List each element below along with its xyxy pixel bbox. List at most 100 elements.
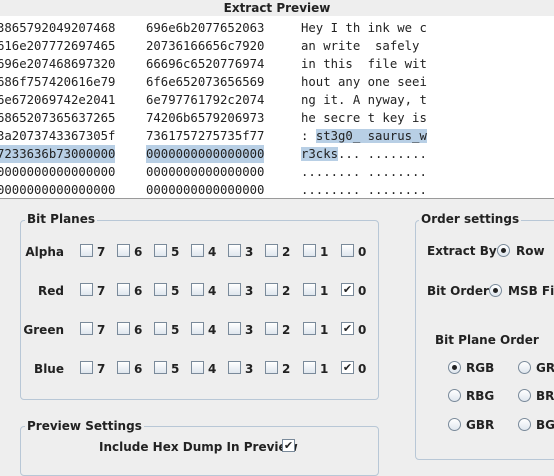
hex-row: 696e207468697320 66696c6520776974 in this … xyxy=(0,55,554,73)
hex-row: 6e672069742e2041 6e797761792c2074 ng it. A… xyxy=(0,91,554,109)
extract-preview-pane[interactable]: 3865792049207468 696e6b2077652063 Hey I th… xyxy=(0,16,554,199)
bit-order-msb-radio[interactable] xyxy=(489,284,502,297)
ascii-selected-text: r3cks xyxy=(301,147,339,161)
plane-order-label-rgb: RGB xyxy=(466,361,495,375)
ascii-selected-text: st3g0_ saurus_w xyxy=(315,129,427,143)
checkbox-alpha-bit-1[interactable] xyxy=(303,244,316,257)
checkbox-alpha-bit-5[interactable] xyxy=(154,244,167,257)
bit-number-label: 7 xyxy=(97,362,106,376)
checkbox-red-bit-4[interactable] xyxy=(191,283,204,296)
channel-label-blue: Blue xyxy=(34,362,64,376)
checkbox-green-bit-5[interactable] xyxy=(154,322,167,335)
plane-order-radio-rbg[interactable] xyxy=(448,389,461,402)
ascii-column: : st3g0_ saurus_w xyxy=(301,127,427,145)
checkbox-blue-bit-5[interactable] xyxy=(154,361,167,374)
bit-number-label: 3 xyxy=(245,284,254,298)
ascii-column: ........ ........ xyxy=(301,165,427,179)
hex-column-1: 0000000000000000 xyxy=(0,165,116,179)
bit-number-label: 4 xyxy=(208,284,217,298)
hex-column-1: 3865792049207468 xyxy=(0,21,116,35)
extract-by-row-radio[interactable] xyxy=(497,244,510,257)
checkbox-red-bit-6[interactable] xyxy=(117,283,130,296)
bit-order-msb-label: MSB Fir xyxy=(508,284,554,298)
plane-order-radio-bg[interactable] xyxy=(518,418,531,431)
ascii-text: : xyxy=(301,129,316,143)
bit-number-label: 5 xyxy=(171,362,180,376)
plane-order-radio-gbr[interactable] xyxy=(448,418,461,431)
plane-order-radio-gr[interactable] xyxy=(518,361,531,374)
checkbox-red-bit-7[interactable] xyxy=(80,283,93,296)
channel-label-alpha: Alpha xyxy=(25,245,64,259)
checkbox-alpha-bit-3[interactable] xyxy=(228,244,241,257)
checkbox-green-bit-1[interactable] xyxy=(303,322,316,335)
checkbox-blue-bit-4[interactable] xyxy=(191,361,204,374)
checkbox-green-bit-3[interactable] xyxy=(228,322,241,335)
extract-preview-title: Extract Preview xyxy=(0,0,554,16)
checkbox-green-bit-0[interactable]: ✔ xyxy=(341,322,354,335)
plane-order-label-rbg: RBG xyxy=(466,389,495,403)
checkbox-green-bit-2[interactable] xyxy=(265,322,278,335)
hex-column-1: 6e672069742e2041 xyxy=(0,93,116,107)
plane-order-radio-rgb[interactable] xyxy=(448,361,461,374)
bit-plane-order-label: Bit Plane Order xyxy=(435,333,539,347)
hex-column-1: 7233636b73000000 xyxy=(0,145,116,163)
hex-column-1: 686f757420616e79 xyxy=(0,75,116,89)
ascii-column: in this file wit xyxy=(301,57,427,71)
hex-row: 686f757420616e79 6f6e652073656569 hout any… xyxy=(0,73,554,91)
checkbox-alpha-bit-4[interactable] xyxy=(191,244,204,257)
extract-by-row-label: Row xyxy=(516,244,545,258)
checkbox-alpha-bit-0[interactable] xyxy=(341,244,354,257)
checkbox-alpha-bit-6[interactable] xyxy=(117,244,130,257)
hex-row: 0000000000000000 0000000000000000........… xyxy=(0,181,554,198)
ascii-column: Hey I th ink we c xyxy=(301,21,427,35)
bit-number-label: 2 xyxy=(282,284,291,298)
bit-number-label: 7 xyxy=(97,245,106,259)
ascii-column: ........ ........ xyxy=(301,183,427,197)
preview-settings-title: Preview Settings xyxy=(25,419,144,433)
hex-column-2: 7361757275735f77 xyxy=(146,129,265,143)
checkbox-blue-bit-0[interactable]: ✔ xyxy=(341,361,354,374)
bit-number-label: 0 xyxy=(358,245,367,259)
bit-number-label: 1 xyxy=(320,362,329,376)
channel-label-red: Red xyxy=(38,284,64,298)
bit-planes-title: Bit Planes xyxy=(25,212,98,226)
checkbox-blue-bit-1[interactable] xyxy=(303,361,316,374)
checkbox-green-bit-7[interactable] xyxy=(80,322,93,335)
hex-column-2: 66696c6520776974 xyxy=(146,57,265,71)
checkbox-alpha-bit-2[interactable] xyxy=(265,244,278,257)
hex-dump-checkbox[interactable]: ✔ xyxy=(282,439,295,452)
bit-number-label: 2 xyxy=(282,362,291,376)
hex-row: 3a2073743367305f 7361757275735f77: st3g0_… xyxy=(0,127,554,145)
checkbox-blue-bit-7[interactable] xyxy=(80,361,93,374)
bit-number-label: 5 xyxy=(171,284,180,298)
checkbox-red-bit-2[interactable] xyxy=(265,283,278,296)
ascii-column: an write safely xyxy=(301,39,427,53)
checkbox-green-bit-6[interactable] xyxy=(117,322,130,335)
checkbox-blue-bit-6[interactable] xyxy=(117,361,130,374)
plane-order-label-br: BR xyxy=(536,389,554,403)
checkbox-red-bit-5[interactable] xyxy=(154,283,167,296)
hex-column-2: 6f6e652073656569 xyxy=(146,75,265,89)
checkbox-blue-bit-3[interactable] xyxy=(228,361,241,374)
hex-column-1: 616e207772697465 xyxy=(0,39,116,53)
hex-column-1: 696e207468697320 xyxy=(0,57,116,71)
checkbox-alpha-bit-7[interactable] xyxy=(80,244,93,257)
hex-column-2: 696e6b2077652063 xyxy=(146,21,265,35)
checkbox-red-bit-0[interactable]: ✔ xyxy=(341,283,354,296)
hex-column-1: 0000000000000000 xyxy=(0,183,116,197)
bit-number-label: 1 xyxy=(320,323,329,337)
bit-number-label: 0 xyxy=(358,362,367,376)
checkbox-red-bit-3[interactable] xyxy=(228,283,241,296)
bit-order-label: Bit Order xyxy=(427,284,489,298)
bit-number-label: 6 xyxy=(134,362,143,376)
plane-order-label-bg: BG xyxy=(536,418,554,432)
bit-number-label: 6 xyxy=(134,284,143,298)
checkbox-red-bit-1[interactable] xyxy=(303,283,316,296)
checkbox-green-bit-4[interactable] xyxy=(191,322,204,335)
plane-order-radio-br[interactable] xyxy=(518,389,531,402)
bit-number-label: 3 xyxy=(245,362,254,376)
hex-dump-label: Include Hex Dump In Preview xyxy=(99,440,298,454)
hex-row: 616e207772697465 20736166656c7920 an write… xyxy=(0,37,554,55)
checkbox-blue-bit-2[interactable] xyxy=(265,361,278,374)
hex-column-2: 0000000000000000 xyxy=(146,165,265,179)
